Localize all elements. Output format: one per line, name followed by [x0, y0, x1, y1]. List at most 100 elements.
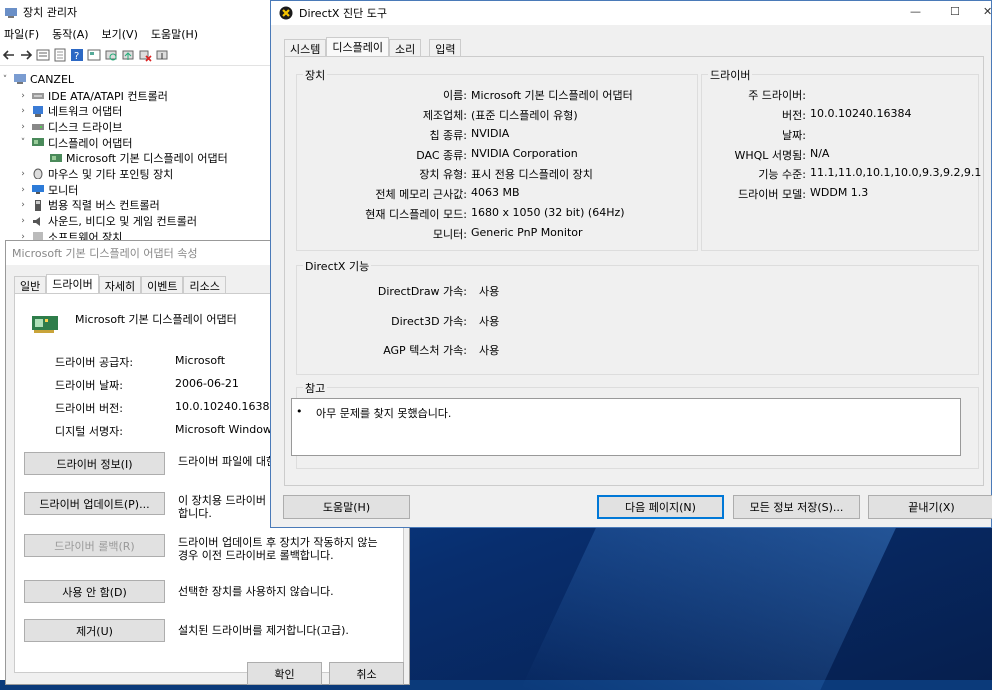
scan-hardware-icon[interactable] — [104, 48, 118, 62]
device-name: Microsoft 기본 디스플레이 어댑터 — [75, 313, 237, 326]
properties-icon[interactable] — [53, 48, 67, 62]
bullet-icon: • — [296, 405, 303, 418]
chevron-right-icon[interactable]: › — [18, 185, 28, 195]
display-adapter-icon — [32, 316, 58, 333]
agp-label: AGP 텍스처 가속: — [383, 344, 467, 357]
notes-textbox[interactable]: • 아무 문제를 찾지 못했습니다. — [291, 398, 961, 456]
device-group: 장치 이름: Microsoft 기본 디스플레이 어댑터 제조업체: (표준 디스… — [296, 67, 698, 251]
forward-icon[interactable] — [19, 48, 33, 62]
tab-driver[interactable]: 드라이버 — [46, 274, 99, 293]
dxdiag-window: DirectX 진단 도구 — ☐ ✕ 시스템 디스플레이 소리 입력 장치 이… — [270, 0, 992, 528]
directdraw-label: DirectDraw 가속: — [377, 285, 467, 298]
maximize-icon[interactable]: ☐ — [950, 5, 960, 18]
driver-provider-value: Microsoft — [175, 354, 226, 367]
disk-icon — [31, 121, 45, 132]
view-resources-icon[interactable] — [87, 48, 101, 62]
menu-file[interactable]: 파일(F) — [4, 26, 39, 42]
note-item: 아무 문제를 찾지 못했습니다. — [316, 407, 452, 420]
minimize-icon[interactable]: — — [910, 5, 921, 18]
chevron-down-icon[interactable]: ˅ — [0, 75, 10, 85]
directx-icon — [279, 6, 293, 20]
driver-details-button[interactable]: 드라이버 정보(I) — [24, 452, 165, 475]
driver-version-value: 10.0.10240.16384 — [810, 107, 912, 120]
driver-model-label: 드라이버 모델: — [738, 188, 806, 201]
monitor-icon — [31, 184, 45, 195]
tab-general[interactable]: 일반 — [14, 276, 47, 293]
main-driver-label: 주 드라이버: — [748, 89, 806, 102]
directdraw-value: 사용 — [479, 285, 500, 298]
save-all-info-button[interactable]: 모든 정보 저장(S)... — [733, 495, 860, 519]
directx-features-group: DirectX 기능 DirectDraw 가속: 사용 Direct3D 가속:… — [296, 258, 979, 375]
help-icon[interactable]: ? — [70, 48, 84, 62]
device-name-value: Microsoft 기본 디스플레이 어댑터 — [471, 89, 633, 102]
uninstall-icon[interactable] — [138, 48, 152, 62]
driver-date-label: 드라이버 날짜: — [55, 379, 123, 392]
usb-icon — [31, 199, 45, 211]
agp-value: 사용 — [479, 344, 500, 357]
tab-display[interactable]: 디스플레이 — [326, 37, 389, 56]
feature-level-label: 기능 수준: — [758, 168, 806, 181]
direct3d-value: 사용 — [479, 315, 500, 328]
menu-action[interactable]: 동작(A) — [52, 26, 88, 42]
directx-features-title: DirectX 기능 — [303, 258, 372, 274]
digital-signer-value: Microsoft Windows — [175, 423, 278, 436]
chevron-right-icon[interactable]: › — [18, 216, 28, 226]
chip-type-value: NVIDIA — [471, 127, 510, 140]
back-icon[interactable] — [2, 48, 16, 62]
chevron-right-icon[interactable]: › — [18, 200, 28, 210]
disable-device-button[interactable]: 사용 안 함(D) — [24, 580, 165, 603]
whql-label: WHQL 서명됨: — [734, 149, 807, 162]
chevron-right-icon[interactable]: › — [18, 106, 28, 116]
digital-signer-label: 디지털 서명자: — [55, 425, 123, 438]
tab-input[interactable]: 입력 — [429, 39, 462, 56]
feature-level-value: 11.1,11.0,10.1,10.0,9.3,9.2,9.1 — [810, 166, 982, 179]
tree-item-label: 디스플레이 어댑터 — [48, 136, 133, 150]
tab-system[interactable]: 시스템 — [284, 39, 327, 56]
device-manager-title: 장치 관리자 — [23, 6, 78, 19]
next-page-button[interactable]: 다음 페이지(N) — [597, 495, 724, 519]
menu-view[interactable]: 보기(V) — [102, 26, 138, 42]
disable-icon[interactable] — [155, 48, 169, 62]
driver-group: 드라이버 주 드라이버: 버전: 10.0.10240.16384 날짜: WHQ… — [701, 67, 982, 251]
display-mode-label: 현재 디스플레이 모드: — [365, 208, 467, 221]
device-name-label: 이름: — [443, 89, 467, 102]
display-mode-value: 1680 x 1050 (32 bit) (64Hz) — [471, 206, 625, 219]
view-list-icon[interactable] — [36, 48, 50, 62]
uninstall-driver-button[interactable]: 제거(U) — [24, 619, 165, 642]
chevron-right-icon[interactable]: › — [18, 122, 28, 132]
dxdiag-title: DirectX 진단 도구 — [299, 7, 387, 20]
properties-tabs: 일반 드라이버 자세히 이벤트 리소스 — [14, 274, 226, 293]
notes-group-title: 참고 — [303, 380, 328, 396]
rollback-driver-desc: 드라이버 업데이트 후 장치가 작동하지 않는 경우 이전 드라이버로 롤백합니… — [178, 536, 378, 562]
tab-events[interactable]: 이벤트 — [141, 276, 184, 293]
tab-sound[interactable]: 소리 — [388, 39, 422, 56]
tab-details[interactable]: 자세히 — [98, 276, 142, 293]
driver-version-label: 버전: — [782, 109, 806, 122]
rollback-driver-button[interactable]: 드라이버 롤백(R) — [24, 534, 165, 557]
disable-device-desc: 선택한 장치를 사용하지 않습니다. — [178, 585, 334, 598]
tree-item-label: 모니터 — [48, 183, 79, 197]
device-manager-icon — [5, 7, 17, 18]
chevron-right-icon[interactable]: › — [18, 91, 28, 101]
tab-resources[interactable]: 리소스 — [183, 276, 226, 293]
manufacturer-value: (표준 디스플레이 유형) — [471, 109, 578, 122]
tree-item-label: 범용 직렬 버스 컨트롤러 — [48, 199, 160, 213]
dac-type-value: NVIDIA Corporation — [471, 147, 578, 160]
chevron-down-icon[interactable]: ˅ — [18, 138, 28, 148]
help-button[interactable]: 도움말(H) — [283, 495, 410, 519]
exit-button[interactable]: 끝내기(X) — [868, 495, 992, 519]
ok-button[interactable]: 확인 — [247, 662, 322, 685]
computer-icon — [13, 74, 27, 85]
device-group-title: 장치 — [303, 67, 328, 83]
update-driver-icon[interactable] — [121, 48, 135, 62]
update-driver-button[interactable]: 드라이버 업데이트(P)... — [24, 492, 165, 515]
device-type-value: 표시 전용 디스플레이 장치 — [471, 168, 593, 181]
chevron-right-icon[interactable]: › — [18, 169, 28, 179]
driver-date-label: 날짜: — [782, 129, 806, 142]
menu-help[interactable]: 도움말(H) — [151, 26, 198, 42]
close-icon[interactable]: ✕ — [983, 5, 992, 18]
manufacturer-label: 제조업체: — [422, 109, 467, 122]
tree-root-label: CANZEL — [30, 73, 75, 87]
dxdiag-tabs: 시스템 디스플레이 소리 입력 — [284, 37, 462, 56]
cancel-button[interactable]: 취소 — [329, 662, 404, 685]
